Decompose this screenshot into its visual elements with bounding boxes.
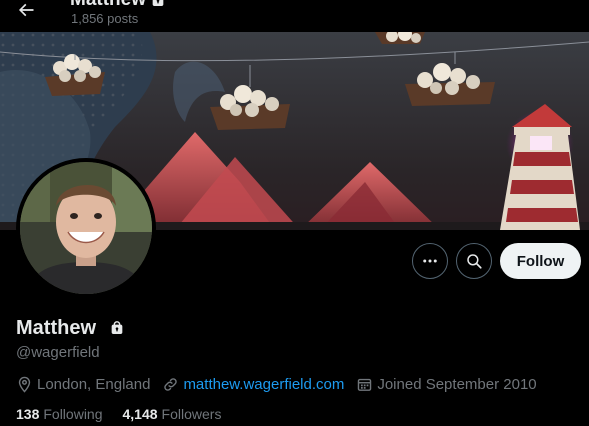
profile-header-bar: Matthew 1,856 posts [0,0,589,32]
profile-page: Matthew 1,856 posts [0,0,589,426]
following-link[interactable]: 138 Following [16,406,103,422]
header-title-text: Matthew [70,0,146,10]
header-title: Matthew [70,0,166,11]
search-icon [467,254,482,269]
avatar-photo [20,162,152,294]
back-button[interactable] [10,0,42,26]
profile-avatar[interactable] [16,158,156,298]
website-item: matthew.wagerfield.com [162,376,344,393]
followers-link[interactable]: 4,148 Followers [123,406,222,422]
website-link[interactable]: matthew.wagerfield.com [183,376,344,393]
lock-icon [111,321,123,334]
arrow-left-icon [18,3,34,17]
more-options-button[interactable] [412,243,448,279]
location-pin-icon [18,376,31,393]
location-text: London, England [37,375,151,393]
banner-cloud-4 [375,32,425,44]
display-name: Matthew [16,317,96,339]
joined-date-text: Joined September 2010 [377,375,537,393]
user-handle: @wagerfield [16,344,100,361]
profile-meta-row: London, England matthew.wagerfield.com J… [16,375,549,393]
posts-count: 1,856 posts [71,11,139,26]
follow-button[interactable]: Follow [500,243,581,279]
calendar-icon [358,378,372,391]
followers-label: Followers [161,406,222,422]
following-label: Following [43,406,103,422]
followers-count: 4,148 [122,406,158,422]
link-icon [164,377,178,391]
more-dots-icon [423,259,437,263]
joined-item: Joined September 2010 [356,375,537,393]
follow-stats-row: 138 Following 4,148 Followers [16,406,241,422]
search-profile-button[interactable] [456,243,492,279]
location-item: London, England [16,376,150,393]
lock-icon [152,0,164,6]
following-count: 138 [16,406,40,422]
